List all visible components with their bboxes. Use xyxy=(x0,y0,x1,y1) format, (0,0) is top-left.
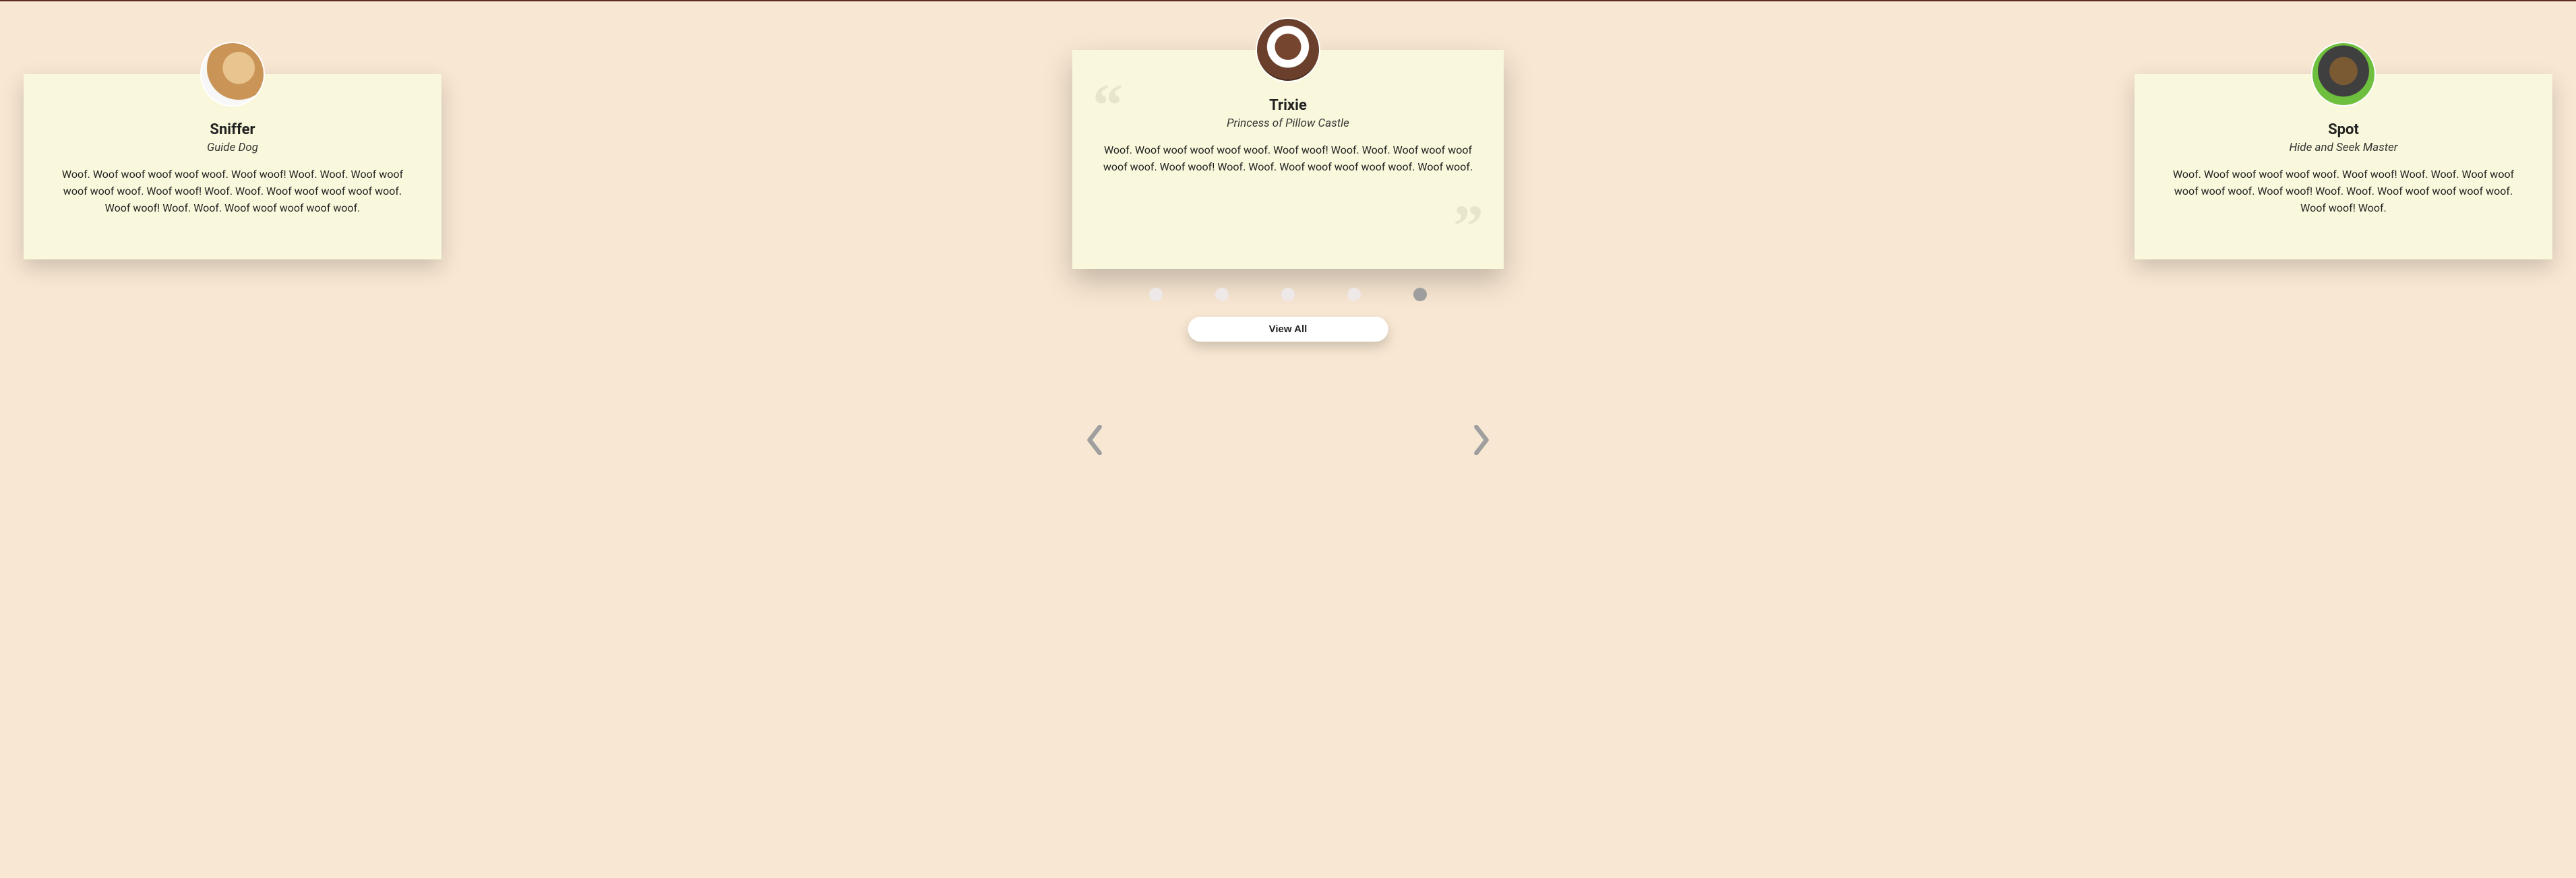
carousel-dot[interactable] xyxy=(1281,288,1295,301)
testimonial-card-right: Spot Hide and Seek Master Woof. Woof woo… xyxy=(2135,74,2552,259)
testimonial-role: Princess of Pillow Castle xyxy=(1099,117,1477,130)
carousel-dot[interactable] xyxy=(1347,288,1361,301)
view-all-button[interactable]: View All xyxy=(1188,317,1388,342)
quote-close-icon: ” xyxy=(1453,212,1483,242)
chevron-left-icon xyxy=(1085,425,1103,455)
testimonial-card-left: Sniffer Guide Dog Woof. Woof woof woof w… xyxy=(24,74,441,259)
carousel-dot[interactable] xyxy=(1215,288,1229,301)
testimonial-name: Sniffer xyxy=(51,121,415,138)
carousel-next-button[interactable] xyxy=(1467,425,1497,455)
avatar xyxy=(200,42,265,106)
carousel-prev-button[interactable] xyxy=(1079,425,1109,455)
testimonial-body: Woof. Woof woof woof woof woof. Woof woo… xyxy=(2161,166,2525,216)
carousel-dot[interactable] xyxy=(1413,288,1427,301)
chevron-right-icon xyxy=(1473,425,1491,455)
testimonial-name: Spot xyxy=(2161,121,2525,138)
testimonial-body: Woof. Woof woof woof woof woof. Woof woo… xyxy=(51,166,415,216)
testimonial-name: Trixie xyxy=(1099,97,1477,114)
testimonial-role: Hide and Seek Master xyxy=(2161,141,2525,154)
quote-open-icon: “ xyxy=(1093,90,1123,121)
testimonial-carousel: Sniffer Guide Dog Woof. Woof woof woof w… xyxy=(0,1,2576,878)
testimonial-card-center: “ ” Trixie Princess of Pillow Castle Woo… xyxy=(1072,50,1504,269)
carousel-dot[interactable] xyxy=(1149,288,1163,301)
avatar xyxy=(2311,42,2376,106)
carousel-dots xyxy=(1149,288,1427,301)
testimonial-body: Woof. Woof woof woof woof woof. Woof woo… xyxy=(1099,142,1477,176)
testimonial-role: Guide Dog xyxy=(51,141,415,154)
avatar xyxy=(1256,18,1320,82)
